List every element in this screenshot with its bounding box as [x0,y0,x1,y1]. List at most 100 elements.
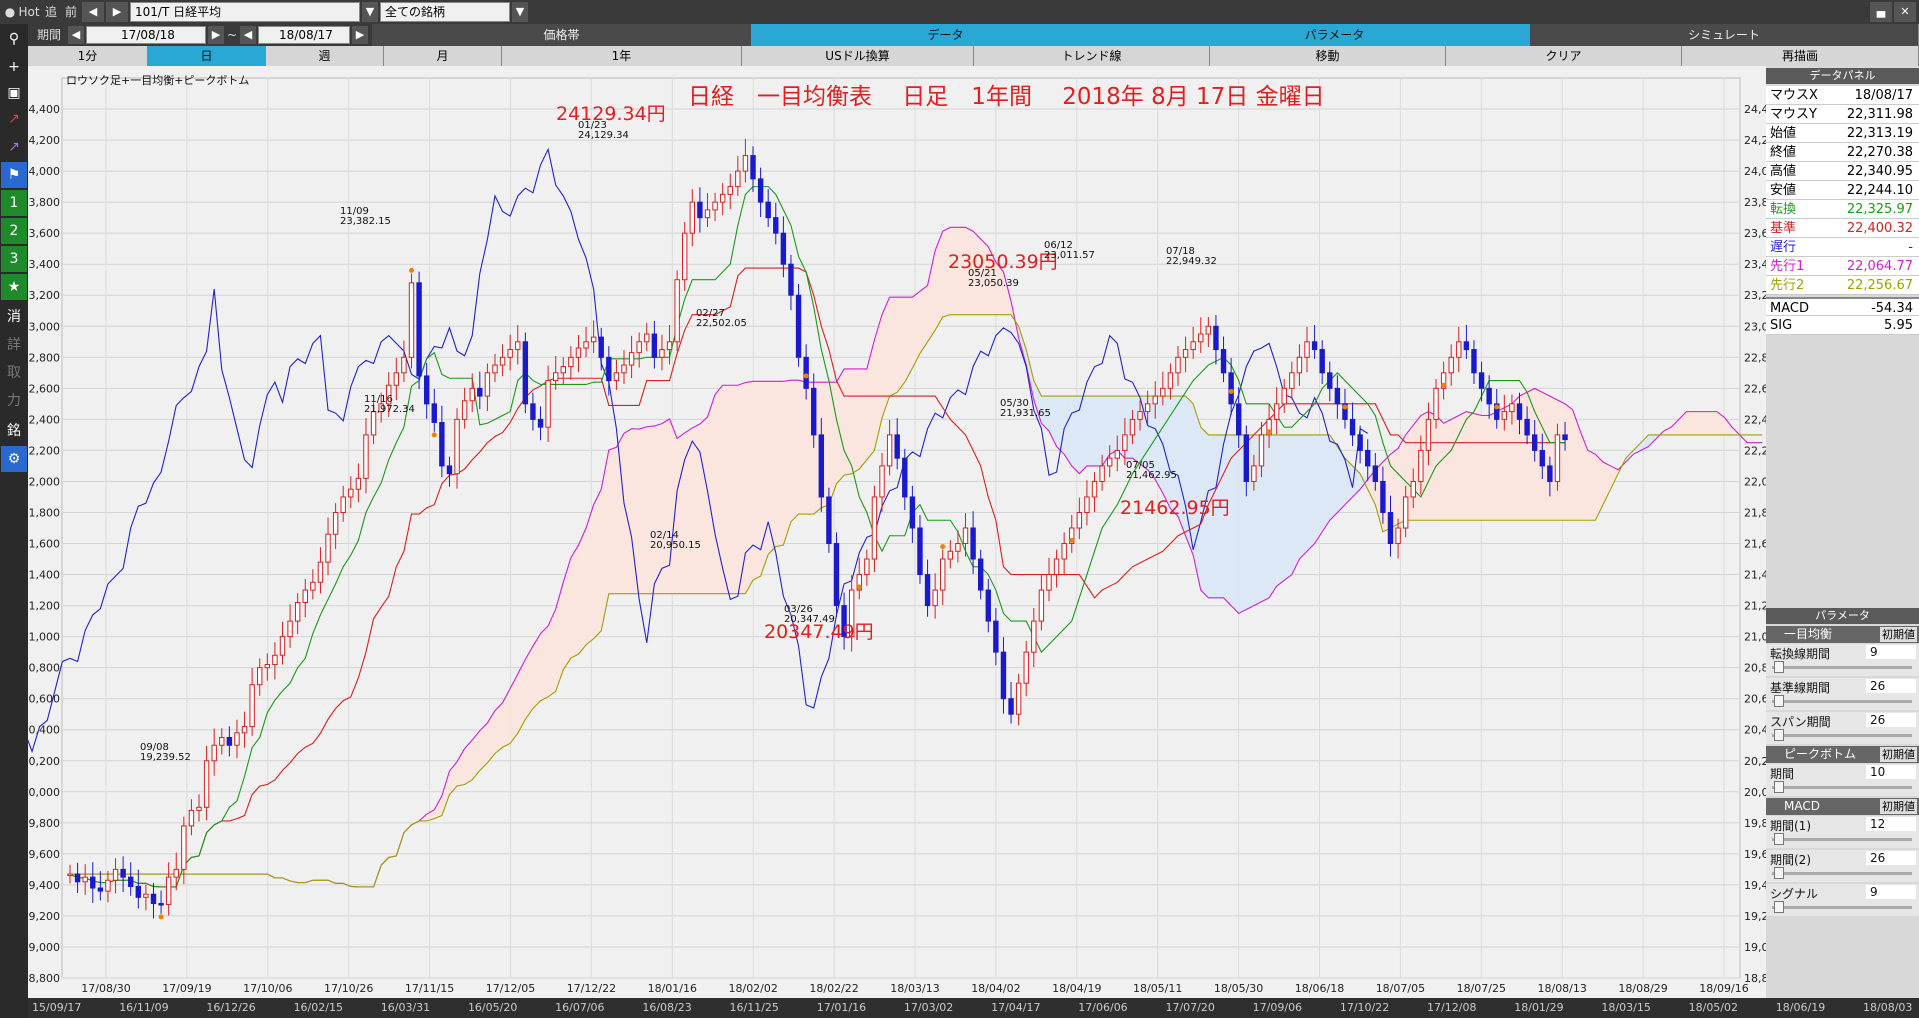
param-slider-thumb[interactable] [1774,901,1784,913]
peak-marker [940,544,946,550]
reset-button[interactable]: 初期値 [1880,627,1917,642]
tab-data[interactable]: データ [752,24,1140,46]
forward-arrow-icon[interactable]: ▶ [106,2,128,22]
param-slider-track[interactable] [1772,666,1912,669]
interval-1year[interactable]: 1年 [502,46,742,66]
tab-parameters[interactable]: パラメータ [1140,24,1530,46]
to-prev-icon[interactable]: ◀ [240,26,256,44]
interval-1min[interactable]: 1分 [28,46,148,66]
param-value[interactable]: 10 [1866,765,1916,779]
y-tick-label-left: 18,800 [28,972,60,985]
power-button[interactable]: 力 [1,388,27,414]
detail-button[interactable]: 詳 [1,332,27,358]
data-row-value: 22,064.77 [1846,259,1913,274]
search-icon[interactable]: ⚲ [1,26,27,52]
clear-button[interactable]: クリア [1446,46,1682,66]
x-tick-label: 17/11/15 [405,982,454,995]
stock-button[interactable]: 銘 [1,418,27,444]
param-panel-title: パラメータ [1766,608,1919,624]
candle-body [583,341,589,349]
candle-body [1448,356,1454,374]
chart-red-icon[interactable]: ↗ [1,106,27,132]
candle-body [423,375,430,405]
tab-price-band[interactable]: 価格帯 [372,24,752,46]
param-slider-thumb[interactable] [1774,695,1784,707]
param-value[interactable]: 26 [1866,679,1916,693]
interval-week[interactable]: 週 [266,46,384,66]
to-next-icon[interactable]: ▶ [352,26,368,44]
interval-month[interactable]: 月 [384,46,502,66]
param-slider-track[interactable] [1772,786,1912,789]
data-row-label: マウスX [1770,88,1818,103]
symbol-field[interactable]: 101/T 日経平均 [130,2,360,22]
cloud-segment [1473,413,1482,521]
gear-icon[interactable]: ⚙ [1,446,27,472]
star-icon[interactable]: ★ [1,274,27,300]
ichimoku-chart[interactable]: 18,80018,80019,00019,00019,20019,20019,4… [0,66,1783,998]
param-slider-track[interactable] [1772,700,1912,703]
prev-button[interactable]: 前 [62,0,80,24]
param-slider-track[interactable] [1772,838,1912,841]
candle-body [499,356,506,366]
candle-body [1410,480,1416,498]
candle-body [97,887,104,892]
reset-button[interactable]: 初期値 [1880,747,1917,762]
to-date-field[interactable]: 18/08/17 [258,26,350,44]
param-section-header: 一目均衡 初期値 [1766,626,1919,643]
param-slider-track[interactable] [1772,734,1912,737]
reset-button[interactable]: 初期値 [1880,799,1917,814]
param-value[interactable]: 12 [1866,817,1916,831]
bottom-date-bar[interactable]: 15/09/17 16/11/09 16/12/26 16/02/15 16/03/31… [28,998,1919,1018]
candle-body [735,170,741,188]
param-slider-thumb[interactable] [1774,781,1784,793]
camera-icon[interactable]: ▣ [1,80,27,106]
preset-3-button[interactable]: 3 [1,246,27,272]
crosshair-icon[interactable]: + [1,54,27,80]
param-value[interactable]: 26 [1866,851,1916,865]
y-tick-label-right: 21,000 [1744,631,1766,644]
param-slider-thumb[interactable] [1774,729,1784,741]
back-arrow-icon[interactable]: ◀ [82,2,104,22]
universe-dropdown-icon[interactable]: ▼ [512,2,528,22]
y-tick-label-left: 19,200 [28,910,60,923]
param-value[interactable]: 26 [1866,713,1916,727]
preset-2-button[interactable]: 2 [1,218,27,244]
hot-button[interactable]: Hot [18,0,40,24]
move-button[interactable]: 移動 [1210,46,1446,66]
param-value[interactable]: 9 [1866,645,1916,659]
minimize-icon[interactable]: ▄ [1870,2,1892,22]
add-button[interactable]: 追 [42,0,60,24]
erase-button[interactable]: 消 [1,304,27,330]
trendline-button[interactable]: トレンド線 [974,46,1210,66]
interval-day[interactable]: 日 [148,46,266,66]
candle-body [947,550,954,560]
from-date-field[interactable]: 17/08/18 [86,26,206,44]
usd-conversion-button[interactable]: USドル換算 [742,46,974,66]
preset-1-button[interactable]: 1 [1,190,27,216]
param-slider-thumb[interactable] [1774,867,1784,879]
redraw-button[interactable]: 再描画 [1682,46,1919,66]
chart-purple-icon[interactable]: ↗ [1,134,27,160]
chart-area[interactable]: 18,80018,80019,00019,00019,20019,20019,4… [0,66,1783,998]
peak-value-label: 23,011.57 [1044,250,1095,261]
close-icon[interactable]: ✕ [1894,2,1916,22]
top-toolbar: ● Hot 追 前 ◀ ▶ 101/T 日経平均 ▼ 全ての銘柄 ▼ ▄ ✕ [0,0,1919,24]
universe-select[interactable]: 全ての銘柄 [380,2,510,22]
param-slider-thumb[interactable] [1774,833,1784,845]
candle-body [325,533,331,563]
x-tick-label: 17/12/22 [567,982,616,995]
from-next-icon[interactable]: ▶ [208,26,224,44]
bulb-icon[interactable]: ● [4,0,16,24]
trade-button[interactable]: 取 [1,360,27,386]
param-value[interactable]: 9 [1866,885,1916,899]
from-prev-icon[interactable]: ◀ [68,26,84,44]
y-tick-label-right: 20,400 [1744,724,1766,737]
param-section-header: ピークボトム 初期値 [1766,746,1919,763]
tab-simulate[interactable]: シミュレート [1530,24,1919,46]
param-slider-track[interactable] [1772,872,1912,875]
param-slider-thumb[interactable] [1774,661,1784,673]
candle-body [454,418,460,475]
flag-icon[interactable]: ⚑ [1,162,27,188]
symbol-dropdown-icon[interactable]: ▼ [362,2,378,22]
param-slider-track[interactable] [1772,906,1912,909]
